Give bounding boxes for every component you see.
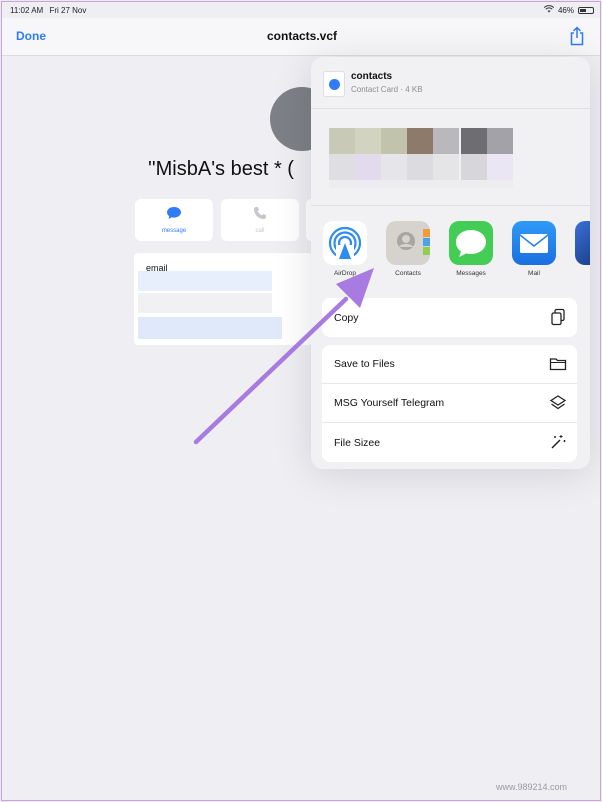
call-button[interactable]: call [221,199,299,241]
file-meta: Contact Card · 4 KB [351,85,423,94]
copy-action-group: Copy [322,298,577,337]
battery-icon [578,6,594,14]
status-left: 11:02 AM Fri 27 Nov [10,6,86,15]
folder-icon [549,355,567,373]
call-label: call [255,228,265,234]
share-apps-row: AirDrop Contacts Messages Mail [311,217,590,283]
blurred-email-1 [138,271,272,291]
file-actions-group: Save to Files MSG Yourself Telegram File… [322,345,577,462]
messages-label: Messages [456,270,486,277]
copy-icon [549,308,567,326]
copy-label: Copy [334,311,359,324]
contacts-label: Contacts [395,270,421,277]
share-app-mail[interactable]: Mail [511,221,557,277]
status-time: 11:02 AM [10,5,44,15]
mail-icon [512,221,556,265]
message-bubble-icon [166,206,182,225]
airdrop-icon [323,221,367,265]
share-app-messages[interactable]: Messages [448,221,494,277]
wifi-icon [543,5,555,15]
navigation-bar: Done contacts.vcf [2,18,600,56]
share-app-more[interactable] [574,221,590,265]
share-sheet: contacts Contact Card · 4 KB AirDrop Con… [311,57,590,469]
magic-wand-icon [549,433,567,451]
email-card: email [134,253,312,345]
contact-name: ''MisbA's best * ( [148,158,294,180]
airdrop-label: AirDrop [333,270,357,277]
phone-icon [253,206,267,225]
message-label: message [161,228,187,234]
msg-yourself-telegram-label: MSG Yourself Telegram [334,397,445,409]
share-app-airdrop[interactable]: AirDrop [322,221,368,277]
layers-icon [549,394,567,412]
ipad-screen: 11:02 AM Fri 27 Nov 46% Done contacts.vc… [1,1,601,801]
contacts-icon [386,221,430,265]
message-button[interactable]: message [135,199,213,241]
watermark: www.989214.com [496,782,568,792]
blurred-suggestions [329,128,513,188]
mail-label: Mail [528,270,540,277]
battery-percent: 46% [557,5,574,15]
blurred-email-2 [138,293,272,313]
file-sizee-label: File Sizee [334,436,381,449]
airdrop-suggestions[interactable] [311,110,590,206]
file-name: contacts [351,71,393,82]
page-title: contacts.vcf [266,29,338,43]
app-icon [575,221,590,265]
copy-action[interactable]: Copy [322,298,577,337]
share-icon[interactable] [568,26,586,46]
messages-icon [449,221,493,265]
msg-yourself-telegram-action[interactable]: MSG Yourself Telegram [322,384,577,423]
save-to-files-action[interactable]: Save to Files [322,345,577,384]
contact-card-icon [323,71,345,97]
share-app-contacts[interactable]: Contacts [385,221,431,277]
save-to-files-label: Save to Files [334,358,395,370]
status-right: 46% [543,5,594,15]
blurred-email-3 [138,317,282,339]
share-sheet-header: contacts Contact Card · 4 KB [311,57,590,109]
status-date: Fri 27 Nov [49,5,87,15]
file-sizee-action[interactable]: File Sizee [322,423,577,462]
status-bar: 11:02 AM Fri 27 Nov 46% [2,2,600,18]
